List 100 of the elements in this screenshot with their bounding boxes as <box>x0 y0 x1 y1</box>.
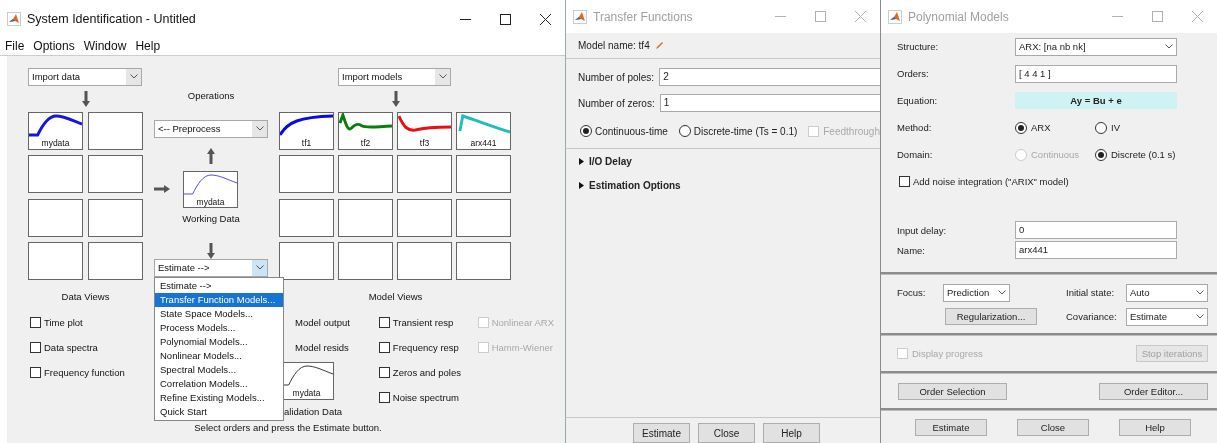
dropdown[interactable]: Auto <box>1126 283 1208 302</box>
checkbox[interactable] <box>899 176 910 187</box>
empty-plot-slot <box>456 242 511 281</box>
section-title: Model Views <box>367 291 424 304</box>
dropdown[interactable]: Import data <box>28 67 142 86</box>
input-field[interactable]: [ 4 4 1 ] <box>1015 64 1177 83</box>
checkbox[interactable] <box>378 392 390 404</box>
tile-label: mydata <box>196 196 225 207</box>
empty-plot-slot <box>456 155 511 194</box>
radio-label: ARX <box>1031 122 1051 133</box>
checkbox-label: Display progress <box>912 348 983 359</box>
radio-button[interactable] <box>1015 121 1027 134</box>
menu-option[interactable]: Polynomial Models... <box>155 334 283 349</box>
dialog-button[interactable]: Estimate <box>633 423 690 443</box>
checkbox-label: Hamm-Wiener <box>491 342 553 354</box>
dialog-button[interactable]: Help <box>763 423 820 443</box>
plot-tile[interactable]: tf2 <box>338 111 393 150</box>
caret-icon <box>252 120 267 137</box>
menu-option[interactable]: Quick Start <box>155 404 283 419</box>
close-icon[interactable] <box>539 13 551 25</box>
dialog-button[interactable]: Help <box>1119 419 1191 436</box>
menu-option[interactable]: Estimate --> <box>155 278 283 293</box>
empty-plot-slot <box>397 155 452 194</box>
tile-label: arx441 <box>470 137 497 148</box>
field-label: Structure: <box>897 41 940 52</box>
window-title: System Identification - Untitled <box>27 12 197 26</box>
dropdown[interactable]: Estimate <box>1126 307 1208 326</box>
response-curve <box>184 174 237 195</box>
radio-label: Discrete (0.1 s) <box>1111 149 1176 160</box>
dropdown[interactable]: <-- Preprocess <box>154 119 268 138</box>
dropdown[interactable]: Import models <box>338 67 451 86</box>
field-label: Orders: <box>897 68 930 79</box>
checkbox[interactable] <box>378 367 390 379</box>
caret-icon <box>435 68 450 85</box>
checkbox-label: Model output <box>295 317 350 329</box>
down-arrow-icon <box>81 90 90 107</box>
tile-label: mydata <box>41 137 70 148</box>
empty-plot-slot <box>338 242 393 281</box>
input-field[interactable]: arx441 <box>1015 241 1177 259</box>
working-data-label: Working Data <box>182 212 240 225</box>
input-field[interactable]: 2 <box>659 68 880 86</box>
regularization-button[interactable]: Regularization... <box>945 308 1037 325</box>
tile-label: tf3 <box>419 137 430 148</box>
checkbox-label: Noise spectrum <box>392 392 459 404</box>
radio-button[interactable] <box>1095 121 1107 134</box>
radio-label: Continuous-time <box>595 125 668 137</box>
dropdown[interactable]: Estimate --> <box>154 258 268 277</box>
maximize-icon[interactable] <box>499 13 511 25</box>
empty-plot-slot <box>88 242 143 281</box>
plot-tile[interactable]: mydata <box>183 170 238 208</box>
empty-plot-slot <box>338 155 393 194</box>
checkbox[interactable] <box>378 317 390 329</box>
menu-item[interactable]: Help <box>135 39 161 54</box>
plot-tile[interactable]: tf3 <box>397 111 452 150</box>
dialog-button[interactable]: Estimate <box>915 419 987 436</box>
collapsed-triangle-icon[interactable] <box>579 181 584 189</box>
section-title: Data Views <box>60 291 111 304</box>
dialog-button[interactable]: Close <box>1017 419 1089 436</box>
right-arrow-icon <box>154 185 170 194</box>
section-header[interactable]: I/O Delay <box>589 155 632 167</box>
checkbox[interactable] <box>30 342 41 354</box>
plot-tile[interactable]: arx441 <box>456 111 511 150</box>
menu-option[interactable]: State Space Models... <box>155 306 283 321</box>
menu-item[interactable]: Options <box>33 39 75 54</box>
menu-option[interactable]: Nonlinear Models... <box>155 348 283 363</box>
menu-item[interactable]: File <box>5 39 25 54</box>
collapsed-triangle-icon[interactable] <box>579 157 584 165</box>
checkbox[interactable] <box>30 367 41 379</box>
input-field[interactable]: 1 <box>659 94 880 112</box>
input-field[interactable]: 0 <box>1015 221 1177 239</box>
empty-plot-slot <box>88 198 143 237</box>
menu-option[interactable]: Transfer Function Models... <box>155 292 283 307</box>
plot-tile[interactable]: tf1 <box>279 111 334 150</box>
radio-button[interactable] <box>678 125 691 137</box>
empty-plot-slot <box>456 198 511 237</box>
menu-item[interactable]: Window <box>83 39 127 54</box>
empty-plot-slot <box>397 242 452 281</box>
empty-plot-slot <box>88 111 143 150</box>
operations-label: Operations <box>187 88 235 103</box>
checkbox[interactable] <box>30 317 41 329</box>
radio-button[interactable] <box>580 125 592 137</box>
field-label: Name: <box>897 244 926 256</box>
dropdown[interactable]: ARX: [na nb nk] <box>1015 37 1177 56</box>
section-header[interactable]: Estimation Options <box>589 179 681 191</box>
radio-label: Discrete-time (Ts = 0.1) <box>693 125 798 137</box>
pencil-icon[interactable] <box>654 41 664 50</box>
radio-label: Continuous <box>1031 149 1080 160</box>
order-button[interactable]: Order Selection <box>898 382 1007 400</box>
window-title: Transfer Functions <box>593 9 694 24</box>
caret-icon <box>252 259 267 276</box>
dialog-button[interactable]: Close <box>698 423 755 443</box>
radio-button[interactable] <box>1095 148 1107 161</box>
dropdown[interactable]: Prediction <box>943 283 1010 302</box>
radio-label: IV <box>1111 122 1120 133</box>
empty-plot-slot <box>338 198 393 237</box>
order-button[interactable]: Order Editor... <box>1099 382 1208 400</box>
field-label: Method: <box>897 122 933 133</box>
plot-tile[interactable]: mydata <box>28 111 83 150</box>
checkbox[interactable] <box>378 342 390 354</box>
menu-option[interactable]: Process Models... <box>155 320 283 335</box>
